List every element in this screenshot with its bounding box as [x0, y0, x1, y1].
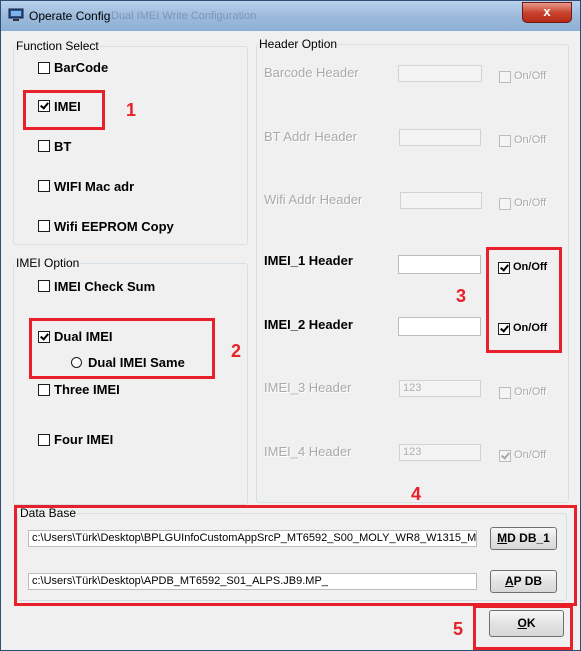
app-icon: [8, 8, 24, 21]
wifi-addr-header-label: Wifi Addr Header: [264, 192, 363, 207]
annotation-number-1: 1: [126, 100, 137, 120]
bt-addr-header-label: BT Addr Header: [264, 129, 357, 144]
imei3-header-input[interactable]: 123: [399, 380, 481, 397]
annotation-number-5: 5: [453, 619, 464, 639]
annotation-box-imei-toggles: [486, 247, 562, 353]
barcode-label: BarCode: [54, 60, 109, 75]
imei4-header-toggle-label: On/Off: [514, 449, 547, 461]
imei-option-title: IMEI Option: [15, 256, 81, 270]
wifi-mac-checkbox[interactable]: [38, 180, 50, 192]
wifi-addr-header-toggle-label: On/Off: [514, 197, 547, 209]
four-imei-label: Four IMEI: [54, 432, 114, 447]
imei1-header-input[interactable]: [398, 255, 481, 274]
wifi-eeprom-label: Wifi EEPROM Copy: [54, 219, 174, 234]
function-select-title: Function Select: [15, 39, 100, 53]
imei-check-sum-checkbox[interactable]: [38, 280, 50, 292]
annotation-number-2: 2: [231, 341, 242, 361]
three-imei-checkbox[interactable]: [38, 384, 50, 396]
annotation-box-dual-imei: [29, 318, 215, 379]
imei3-header-label: IMEI_3 Header: [264, 380, 352, 395]
four-imei-checkbox[interactable]: [38, 434, 50, 446]
bt-label: BT: [54, 139, 72, 154]
close-icon: x: [543, 4, 551, 19]
imei2-header-label: IMEI_2 Header: [264, 317, 353, 332]
imei2-header-input[interactable]: [398, 317, 481, 336]
three-imei-label: Three IMEI: [54, 382, 120, 397]
imei-check-sum-label: IMEI Check Sum: [54, 279, 156, 294]
annotation-number-3: 3: [456, 286, 467, 306]
annotation-box-ok: [473, 605, 573, 650]
bt-addr-header-toggle[interactable]: [499, 135, 511, 147]
barcode-header-toggle-label: On/Off: [514, 70, 547, 82]
imei3-header-toggle[interactable]: [499, 387, 511, 399]
close-button[interactable]: x: [522, 2, 572, 23]
imei4-header-label: IMEI_4 Header: [264, 444, 352, 459]
annotation-box-database: [14, 505, 577, 606]
annotation-number-4: 4: [411, 484, 422, 504]
barcode-header-input[interactable]: [398, 65, 482, 82]
title-bar: Operate Config Dual IMEI Write Configura…: [1, 1, 580, 31]
window-title: Operate Config: [29, 9, 111, 23]
wifi-addr-header-toggle[interactable]: [499, 198, 511, 210]
header-option-title: Header Option: [258, 37, 339, 51]
imei3-header-toggle-label: On/Off: [514, 386, 547, 398]
imei1-header-label: IMEI_1 Header: [264, 253, 353, 268]
imei4-header-input[interactable]: 123: [399, 444, 481, 461]
wifi-mac-label: WIFI Mac adr: [54, 179, 135, 194]
barcode-header-toggle[interactable]: [499, 71, 511, 83]
bt-addr-header-input[interactable]: [399, 129, 481, 146]
barcode-header-label: Barcode Header: [264, 65, 359, 80]
wifi-addr-header-input[interactable]: [400, 192, 482, 209]
operate-config-window: Operate Config Dual IMEI Write Configura…: [0, 0, 581, 651]
barcode-checkbox[interactable]: [38, 62, 50, 74]
background-window-title: Dual IMEI Write Configuration: [111, 10, 257, 22]
imei4-header-toggle[interactable]: [499, 450, 511, 462]
bt-checkbox[interactable]: [38, 140, 50, 152]
bt-addr-header-toggle-label: On/Off: [514, 134, 547, 146]
wifi-eeprom-checkbox[interactable]: [38, 220, 50, 232]
annotation-box-imei: [23, 90, 105, 130]
